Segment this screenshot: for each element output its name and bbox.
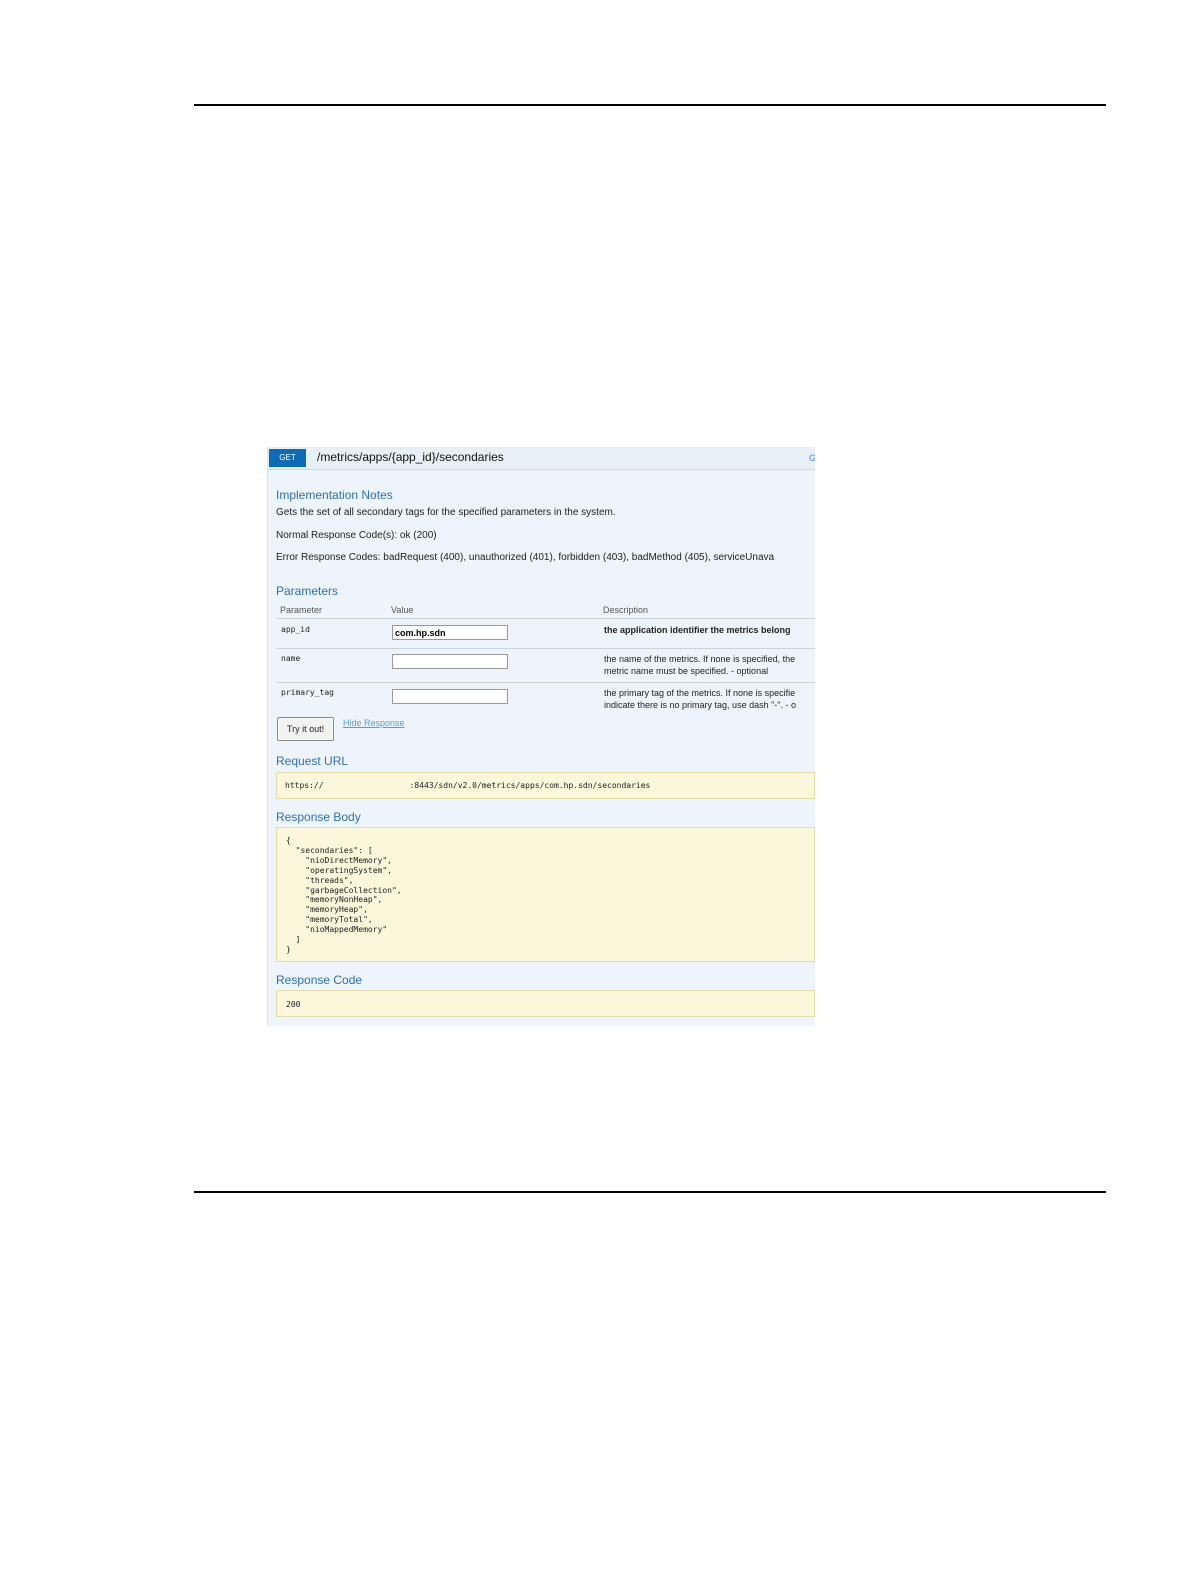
param-name-name: name <box>281 654 301 663</box>
try-it-out-button[interactable]: Try it out! <box>277 717 334 741</box>
response-body-heading: Response Body <box>276 810 361 824</box>
response-code-value[interactable]: 200 <box>286 1000 300 1009</box>
table-divider <box>276 648 815 649</box>
column-header-parameter: Parameter <box>280 605 323 615</box>
page-footer-rule <box>194 1191 1106 1193</box>
error-response-codes: Error Response Codes: badRequest (400), … <box>276 552 775 563</box>
param-desc-primary-tag-line1: the primary tag of the metrics. If none … <box>604 688 796 698</box>
parameters-heading: Parameters <box>276 584 339 598</box>
endpoint-path[interactable]: /metrics/apps/{app_id}/secondaries <box>317 450 504 464</box>
primary-tag-input[interactable] <box>392 689 508 704</box>
page-header-rule <box>194 104 1106 106</box>
implementation-notes-heading: Implementation Notes <box>276 488 393 502</box>
app-id-input[interactable] <box>392 625 508 640</box>
param-name-app-id: app_id <box>281 625 310 634</box>
request-url-path: :8443/sdn/v2.0/metrics/apps/com.hp.sdn/s… <box>409 781 651 790</box>
request-url-scheme: https:// <box>285 781 324 790</box>
table-divider <box>276 618 815 619</box>
param-desc-app-id: the application identifier the metrics b… <box>604 625 791 635</box>
hide-response-link[interactable]: Hide Response <box>343 718 405 728</box>
response-code-heading: Response Code <box>276 973 363 987</box>
response-code-box[interactable]: 200 <box>276 990 815 1017</box>
api-operation-panel: GET /metrics/apps/{app_id}/secondaries G… <box>267 447 815 1026</box>
column-header-description: Description <box>603 605 649 615</box>
response-body-json[interactable]: { "secondaries": [ "nioDirectMemory", "o… <box>286 836 402 955</box>
request-url-heading: Request URL <box>276 754 349 768</box>
response-body-box[interactable]: { "secondaries": [ "nioDirectMemory", "o… <box>276 827 815 962</box>
param-desc-primary-tag-line2: indicate there is no primary tag, use da… <box>604 700 796 710</box>
param-desc-name-line2: metric name must be specified. - optiona… <box>604 666 769 676</box>
table-divider <box>276 682 815 683</box>
param-desc-name-line1: the name of the metrics. If none is spec… <box>604 654 796 664</box>
http-method-badge[interactable]: GET <box>269 449 306 467</box>
request-url-box[interactable]: https:// :8443/sdn/v2.0/metrics/apps/com.… <box>276 772 815 799</box>
operation-link[interactable]: G <box>809 453 815 463</box>
normal-response-codes: Normal Response Code(s): ok (200) <box>276 530 437 541</box>
operation-header[interactable]: GET /metrics/apps/{app_id}/secondaries G <box>268 447 815 470</box>
name-input[interactable] <box>392 654 508 669</box>
param-name-primary-tag: primary_tag <box>281 688 334 697</box>
column-header-value: Value <box>391 605 414 615</box>
request-url-text[interactable]: https:// :8443/sdn/v2.0/metrics/apps/com.… <box>285 781 650 790</box>
implementation-notes-summary: Gets the set of all secondary tags for t… <box>276 507 616 518</box>
